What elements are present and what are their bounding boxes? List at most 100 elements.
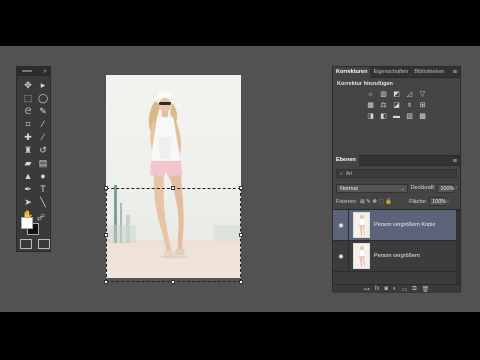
adjustment-icon[interactable]: ▬ [392, 113, 401, 121]
layer-thumbnail-image [354, 244, 369, 268]
blur-icon[interactable]: ▲ [21, 170, 35, 183]
opacity-input[interactable]: 100% [437, 183, 454, 193]
line-icon[interactable]: ╲ [36, 196, 50, 209]
adjustment-icon[interactable]: ◧ [379, 113, 388, 121]
layers-tabs: Ebenen ≡ [333, 155, 460, 166]
transform-handle[interactable] [239, 233, 243, 237]
layer-row[interactable]: ◉ Person vergrößern Kopie [333, 209, 460, 241]
adjustment-icon[interactable]: ▽ [418, 91, 427, 99]
divider [348, 209, 349, 241]
rect-marquee-icon[interactable]: ⬚ [21, 92, 35, 105]
adjustment-layer-icon[interactable]: ◐ [393, 286, 397, 292]
right-panel-dock: Korrekturen Eigenschaften Bibliotheken ≡… [332, 66, 461, 293]
divider [348, 240, 349, 272]
history-brush-icon[interactable]: ↺ [36, 144, 50, 157]
panel-grip-icon[interactable] [22, 70, 32, 72]
eraser-icon[interactable]: ▰ [21, 157, 35, 170]
transform-handle[interactable] [104, 186, 108, 190]
adjustment-icon[interactable]: ▦ [366, 102, 375, 110]
path-select-icon[interactable]: ➤ [21, 196, 35, 209]
adjustments-row: ◨ ◧ ▬ ▧ ▩ [333, 113, 460, 122]
dodge-icon[interactable]: ● [36, 170, 50, 183]
adjustment-icon[interactable]: ⌽ [405, 102, 414, 110]
search-icon: ⌕ [340, 170, 343, 177]
layer-name[interactable]: Person vergrößern [374, 253, 420, 259]
fill-input[interactable]: 100% [429, 197, 446, 206]
type-icon[interactable]: T [36, 183, 50, 196]
adjustments-row: ▦ ⚖ ◪ ⌽ ⊞ [333, 102, 460, 111]
fill-dropdown-icon[interactable]: › [447, 199, 449, 205]
panel-menu-icon[interactable]: ≡ [453, 67, 457, 78]
pen-icon[interactable]: ✒ [21, 183, 35, 196]
healing-brush-icon[interactable]: ✚ [21, 131, 35, 144]
opacity-label: Deckkraft: [410, 185, 436, 191]
collapse-icon[interactable]: » [43, 67, 47, 76]
adjustment-icon[interactable]: ▧ [405, 113, 414, 121]
add-mask-icon[interactable]: ◙ [384, 286, 388, 292]
adjustment-icon[interactable]: ⚖ [379, 102, 388, 110]
tab-bibliotheken[interactable]: Bibliotheken [411, 67, 447, 78]
layer-row[interactable]: ◉ Person vergrößern [333, 240, 460, 272]
link-layers-icon[interactable]: ⊶ [364, 286, 370, 293]
screen-mode-icon[interactable] [38, 239, 50, 249]
tab-eigenschaften[interactable]: Eigenschaften [370, 67, 411, 78]
tools-bottom [20, 239, 50, 251]
foreground-color-swatch[interactable] [21, 217, 33, 229]
transform-handle[interactable] [171, 186, 175, 190]
crop-icon[interactable]: ⌗ [21, 118, 35, 131]
new-group-icon[interactable]: ▭ [402, 286, 408, 293]
eye-icon[interactable]: ◉ [336, 222, 346, 229]
tool-grid: ✥▸⬚◯ᘓ✎⌗⁄✚∕♜↺▰▤▲●✒T➤╲✋⌕··· [20, 79, 50, 235]
adjustment-icon[interactable]: ◪ [392, 102, 401, 110]
lock-row: Fixieren: ⊠ ✎ ✥ ⬚ 🔒 Fläche: 100% › [336, 197, 457, 206]
adjustment-icon[interactable]: ◩ [392, 91, 401, 99]
gradient-icon[interactable]: ▤ [36, 157, 50, 170]
adjustment-icon[interactable]: ⊞ [418, 102, 427, 110]
tab-ebenen[interactable]: Ebenen [333, 155, 359, 166]
filter-kind-label: Art [345, 170, 353, 177]
transform-handle[interactable] [239, 186, 243, 190]
swap-colors-icon[interactable]: ⇄ [37, 215, 42, 222]
quick-selection-icon[interactable]: ✎ [36, 105, 50, 118]
transform-handle[interactable] [104, 233, 108, 237]
adjustment-icon[interactable]: ◿ [405, 91, 414, 99]
layers-footer: ⊶ fx ◙ ◐ ▭ ⧉ 🗑 [333, 284, 460, 293]
adjustment-icon[interactable]: ☼ [366, 91, 375, 99]
clone-stamp-icon[interactable]: ♜ [21, 144, 35, 157]
elliptical-marquee-icon[interactable]: ◯ [36, 92, 50, 105]
transform-handle[interactable] [239, 280, 243, 284]
quick-mask-icon[interactable] [20, 239, 32, 249]
chevron-down-icon: ⌄ [400, 185, 405, 192]
layer-thumbnail [353, 212, 370, 238]
lasso-icon[interactable]: ᘓ [21, 105, 35, 118]
eyedropper-icon[interactable]: ⁄ [36, 118, 50, 131]
layer-name[interactable]: Person vergrößern Kopie [374, 222, 435, 228]
blend-row: Normal ⌄ Deckkraft: 100% › [336, 183, 457, 193]
adjustments-tabs: Korrekturen Eigenschaften Bibliotheken ≡ [333, 66, 460, 78]
photoshop-workspace: » ✥▸⬚◯ᘓ✎⌗⁄✚∕♜↺▰▤▲●✒T➤╲✋⌕··· ⇄ [0, 46, 480, 312]
layers-menu-icon[interactable]: ≡ [453, 156, 457, 167]
adjustments-row: ☼ ▥ ◩ ◿ ▽ [333, 91, 460, 100]
transform-handle[interactable] [171, 280, 175, 284]
brush-icon[interactable]: ∕ [36, 131, 50, 144]
blend-mode-select[interactable]: Normal ⌄ [336, 183, 408, 193]
tools-panel-header[interactable]: » [17, 67, 50, 76]
trash-icon[interactable]: 🗑 [422, 286, 430, 293]
fx-icon[interactable]: fx [375, 286, 380, 292]
artboard-tool-icon[interactable]: ▸ [36, 79, 50, 92]
opacity-dropdown-icon[interactable]: › [455, 185, 457, 191]
move-tool-icon[interactable]: ✥ [21, 79, 35, 92]
tab-korrekturen[interactable]: Korrekturen [333, 66, 371, 78]
eye-icon[interactable]: ◉ [336, 253, 346, 260]
adjustment-icon[interactable]: ▥ [379, 91, 388, 99]
layers-scrollbar[interactable] [456, 210, 460, 284]
layer-thumbnail [353, 243, 370, 269]
transform-handle[interactable] [104, 280, 108, 284]
lock-icons[interactable]: ⊠ ✎ ✥ ⬚ 🔒 [360, 199, 392, 205]
lock-label: Fixieren: [336, 198, 358, 205]
new-layer-icon[interactable]: ⧉ [412, 286, 416, 293]
selection-marquee[interactable] [104, 186, 243, 284]
adjustment-icon[interactable]: ◨ [366, 113, 375, 121]
adjustment-icon[interactable]: ▩ [418, 113, 427, 121]
layer-filter[interactable]: ⌕ Art [336, 169, 457, 178]
